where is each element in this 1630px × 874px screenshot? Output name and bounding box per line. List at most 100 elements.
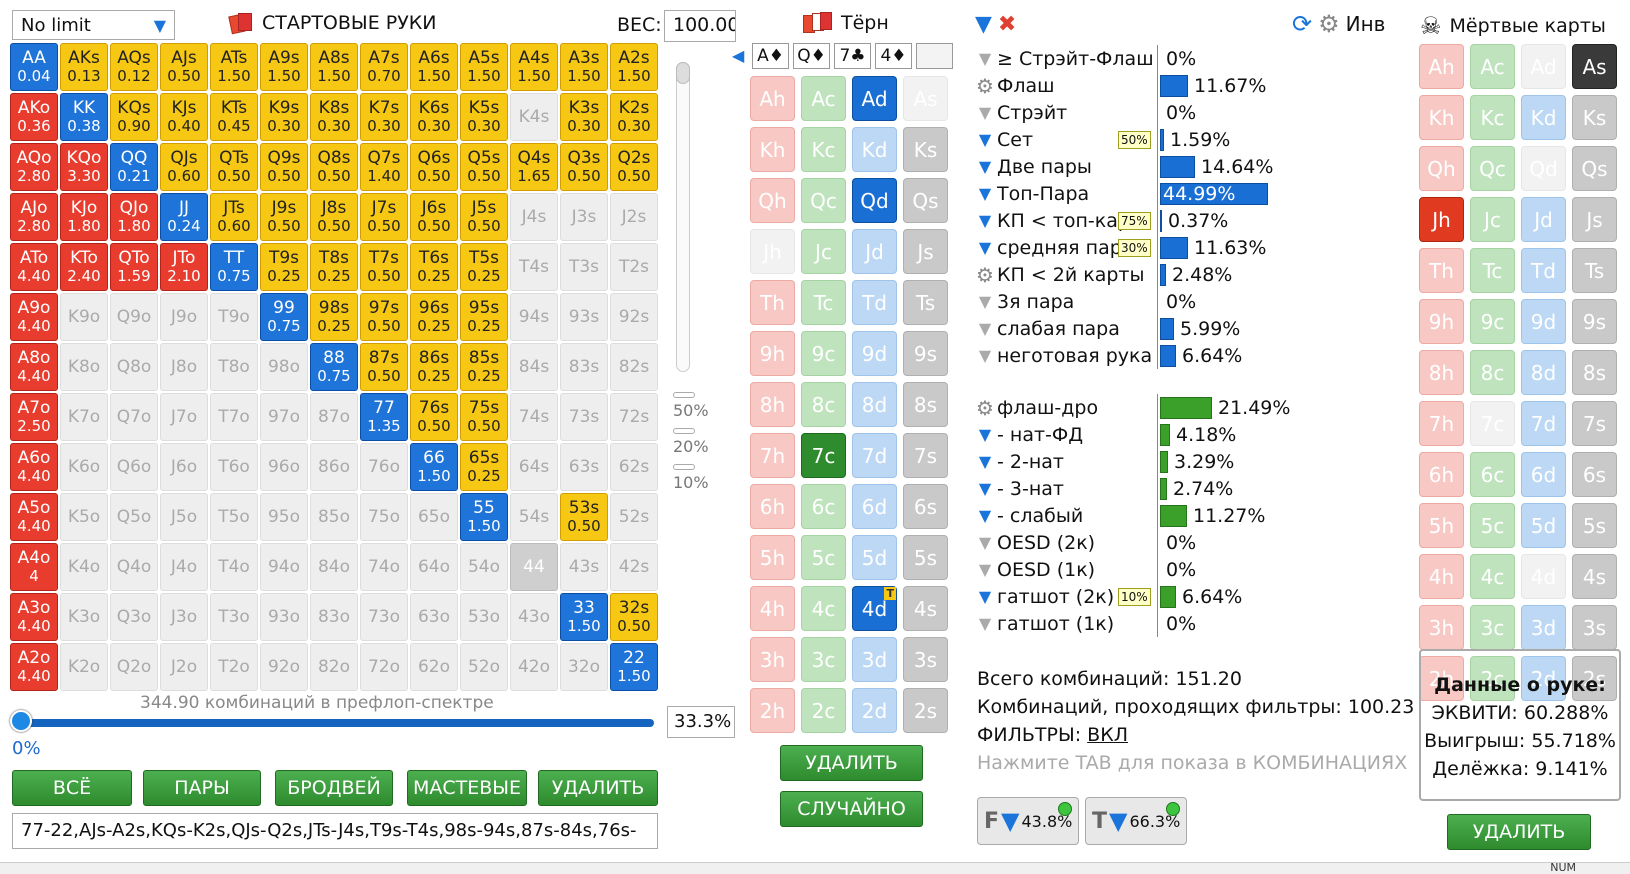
hand-cell[interactable]: 86o: [310, 443, 358, 491]
filter-on-icon[interactable]: ▼: [979, 425, 991, 444]
hand-cell[interactable]: A3s 1.50: [560, 43, 608, 91]
hand-cell[interactable]: 63s: [560, 443, 608, 491]
hand-cell[interactable]: 65o: [410, 493, 458, 541]
hand-cell[interactable]: 73o: [360, 593, 408, 641]
hand-cell[interactable]: A4s 1.50: [510, 43, 558, 91]
dead-card[interactable]: 7s: [1572, 401, 1617, 446]
turn-filter-chip[interactable]: T ▼ 66.3%: [1085, 797, 1187, 845]
filter-row[interactable]: ▼ Топ-Пара 44.99%: [975, 180, 1273, 207]
turn-card[interactable]: 9c: [801, 331, 846, 376]
turn-card[interactable]: 7d: [852, 433, 897, 478]
hand-cell[interactable]: 83s: [560, 343, 608, 391]
range-text-input[interactable]: 77-22,AJs-A2s,KQs-K2s,QJs-Q2s,JTs-J4s,T9…: [12, 813, 658, 849]
dead-card[interactable]: Jd: [1521, 197, 1566, 242]
turn-card[interactable]: 8d: [852, 382, 897, 427]
hand-cell[interactable]: 86s 0.25: [410, 343, 458, 391]
hand-cell[interactable]: Q5s 0.50: [460, 143, 508, 191]
hand-cell[interactable]: 95s 0.25: [460, 293, 508, 341]
hand-cell[interactable]: A4o 4: [10, 543, 58, 591]
dead-delete-button[interactable]: УДАЛИТЬ: [1447, 814, 1591, 850]
turn-card[interactable]: 6h: [750, 484, 795, 529]
dead-card[interactable]: 6c: [1470, 452, 1515, 497]
hand-cell[interactable]: 87o: [310, 393, 358, 441]
hand-cell[interactable]: 84o: [310, 543, 358, 591]
hand-cell[interactable]: 72s: [610, 393, 658, 441]
hand-cell[interactable]: 52s: [610, 493, 658, 541]
dead-card[interactable]: Kc: [1470, 95, 1515, 140]
dead-card[interactable]: Qh: [1419, 146, 1464, 191]
dead-card[interactable]: 3d: [1521, 605, 1566, 650]
hand-cell[interactable]: 43s: [560, 543, 608, 591]
dead-card[interactable]: 6s: [1572, 452, 1617, 497]
hand-cell[interactable]: 97s 0.50: [360, 293, 408, 341]
hand-cell[interactable]: TT 0.75: [210, 243, 258, 291]
hand-cell[interactable]: QTs 0.50: [210, 143, 258, 191]
hand-cell[interactable]: T8o: [210, 343, 258, 391]
hand-cell[interactable]: A2s 1.50: [610, 43, 658, 91]
hand-cell[interactable]: J7s 0.50: [360, 193, 408, 241]
filters-state-link[interactable]: ВКЛ: [1087, 724, 1128, 746]
hand-cell[interactable]: Q7o: [110, 393, 158, 441]
hand-cell[interactable]: K9s 0.30: [260, 93, 308, 141]
range-slider-knob[interactable]: [10, 710, 32, 732]
board-card-empty-slot[interactable]: [916, 43, 953, 69]
pairs-button[interactable]: ПАРЫ: [143, 770, 261, 806]
hand-cell[interactable]: 92s: [610, 293, 658, 341]
hand-cell[interactable]: K4s: [510, 93, 558, 141]
gear-icon[interactable]: ⚙: [976, 263, 994, 287]
dead-card[interactable]: 4c: [1470, 554, 1515, 599]
hand-cell[interactable]: T4o: [210, 543, 258, 591]
inv-label[interactable]: Инв: [1346, 12, 1386, 36]
gear-icon[interactable]: ⚙: [976, 396, 994, 420]
hand-cell[interactable]: J6s 0.50: [410, 193, 458, 241]
hand-cell[interactable]: Q2s 0.50: [610, 143, 658, 191]
hand-cell[interactable]: T9s 0.25: [260, 243, 308, 291]
hand-cell[interactable]: 84s: [510, 343, 558, 391]
filter-row[interactable]: ▼ гатшот (1к) 0%: [975, 610, 1290, 637]
range-slider-track[interactable]: [14, 719, 654, 727]
hand-cell[interactable]: 32o: [560, 643, 608, 691]
hand-cell[interactable]: T4s: [510, 243, 558, 291]
hand-cell[interactable]: A6o 4.40: [10, 443, 58, 491]
hand-cell[interactable]: AQo 2.80: [10, 143, 58, 191]
hand-cell[interactable]: J9s 0.50: [260, 193, 308, 241]
turn-card[interactable]: 5s: [903, 535, 948, 580]
turn-card[interactable]: As: [903, 76, 948, 121]
hand-cell[interactable]: 62s: [610, 443, 658, 491]
hand-cell[interactable]: K6s 0.30: [410, 93, 458, 141]
hand-cell[interactable]: K2s 0.30: [610, 93, 658, 141]
hand-cell[interactable]: KJo 1.80: [60, 193, 108, 241]
turn-card[interactable]: 3c: [801, 637, 846, 682]
hand-cell[interactable]: Q6s 0.50: [410, 143, 458, 191]
turn-card[interactable]: Qc: [801, 178, 846, 223]
hand-cell[interactable]: K7o: [60, 393, 108, 441]
hand-cell[interactable]: T7o: [210, 393, 258, 441]
random-button[interactable]: СЛУЧАЙНО: [780, 791, 923, 827]
dead-card[interactable]: 5c: [1470, 503, 1515, 548]
hand-cell[interactable]: AJs 0.50: [160, 43, 208, 91]
turn-card[interactable]: Td: [852, 280, 897, 325]
dead-card[interactable]: 8d: [1521, 350, 1566, 395]
hand-cell[interactable]: 32s 0.50: [610, 593, 658, 641]
turn-card[interactable]: Jd: [852, 229, 897, 274]
weight-input[interactable]: 100.00: [664, 10, 736, 42]
filter-percent-badge[interactable]: 10%: [1118, 587, 1151, 606]
hand-cell[interactable]: Q6o: [110, 443, 158, 491]
turn-card[interactable]: 8h: [750, 382, 795, 427]
hand-cell[interactable]: KJs 0.40: [160, 93, 208, 141]
hand-cell[interactable]: 92o: [260, 643, 308, 691]
pct-mark-50[interactable]: 50%: [673, 392, 709, 420]
dead-card[interactable]: 9s: [1572, 299, 1617, 344]
turn-card[interactable]: 5d: [852, 535, 897, 580]
dead-card[interactable]: 8c: [1470, 350, 1515, 395]
board-card[interactable]: A♦: [752, 43, 789, 69]
turn-card[interactable]: Ac: [801, 76, 846, 121]
filter-row[interactable]: ⚙ КП < 2й карты 2.48%: [975, 261, 1273, 288]
filter-row[interactable]: ▼ гатшот (2к) 10% 6.64%: [975, 583, 1290, 610]
turn-card[interactable]: Jh: [750, 229, 795, 274]
hand-cell[interactable]: KTs 0.45: [210, 93, 258, 141]
turn-delete-button[interactable]: УДАЛИТЬ: [780, 745, 923, 781]
hand-cell[interactable]: A9o 4.40: [10, 293, 58, 341]
filter-row[interactable]: ▼ - слабый 11.27%: [975, 502, 1290, 529]
hand-cell[interactable]: J6o: [160, 443, 208, 491]
